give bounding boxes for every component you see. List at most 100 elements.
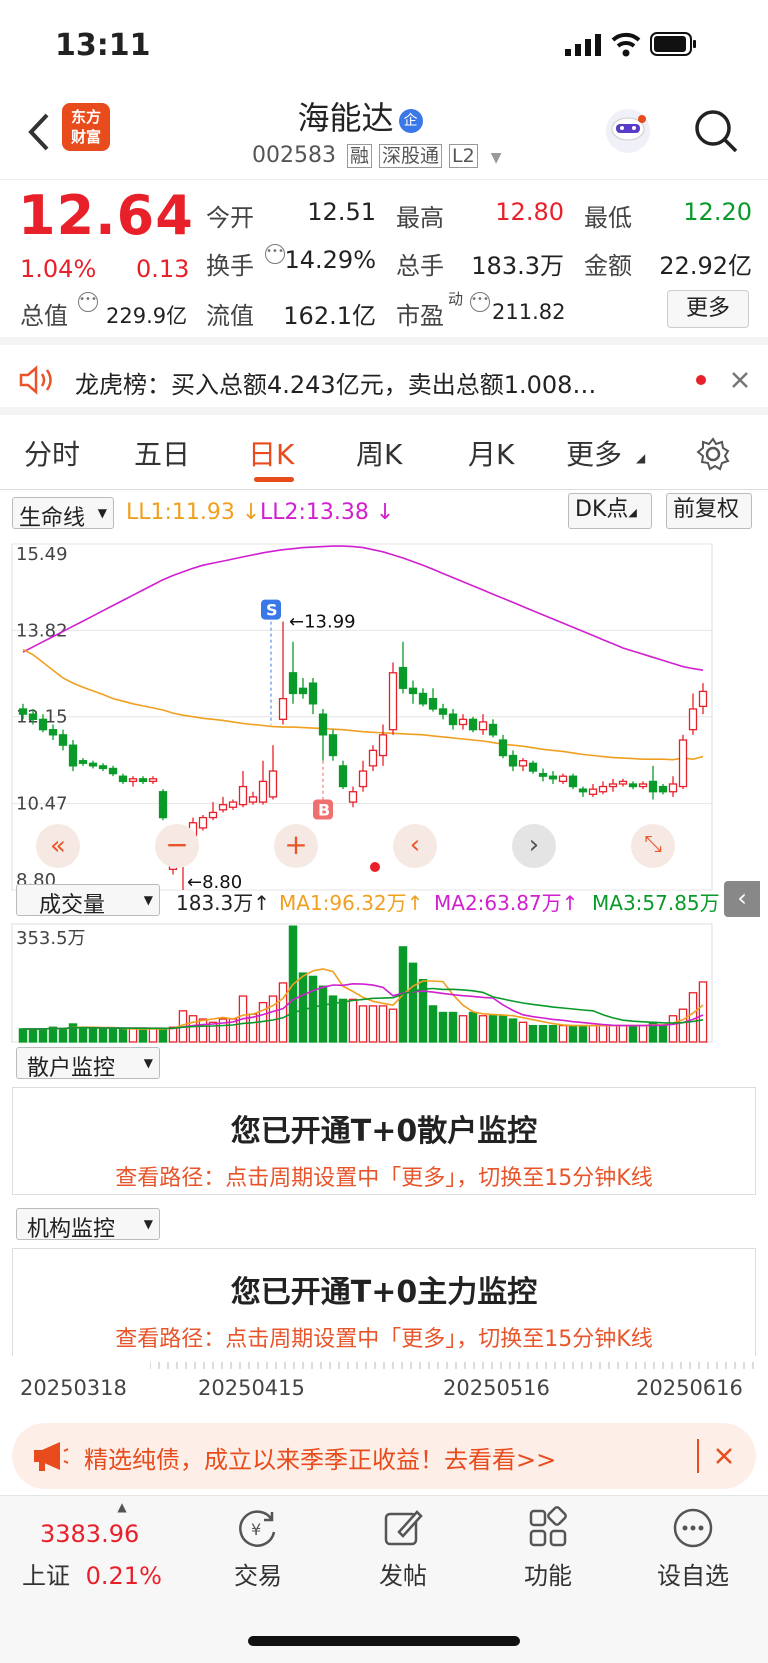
info-dots-icon[interactable]: •••: [78, 292, 98, 312]
volume-bar: [198, 1018, 208, 1043]
volume-bar: [578, 1024, 588, 1043]
volume-bar: [438, 1011, 448, 1043]
candle-body: [18, 708, 28, 715]
nav-trade[interactable]: ¥ 交易: [203, 1506, 313, 1591]
y-tick-label: 15.49: [16, 544, 68, 565]
candle-body: [348, 791, 358, 803]
more-button[interactable]: 更多: [667, 290, 749, 328]
volume-bar: [568, 1024, 578, 1043]
candle-body: [688, 708, 698, 731]
volume-bar: [58, 1028, 68, 1043]
bottom-nav: ▲ 3383.96 上证 0.21% ¥ 交易 发帖 功能 设自选: [0, 1495, 768, 1663]
nav-functions[interactable]: 功能: [493, 1506, 603, 1591]
candle-body: [528, 762, 538, 772]
close-icon[interactable]: [714, 1446, 734, 1466]
y-tick-label: 13.82: [16, 620, 68, 641]
dk-point-button[interactable]: DK点◢: [568, 493, 652, 529]
tab-daily-k[interactable]: 日K: [248, 433, 294, 473]
tab-intraday[interactable]: 分时: [24, 433, 80, 473]
candle-body: [418, 692, 428, 705]
chevron-left-icon: ‹: [409, 830, 421, 860]
candle-body: [578, 788, 588, 793]
scroll-left-button[interactable]: ‹: [393, 824, 437, 868]
candle-body: [388, 672, 398, 731]
zoom-out-button[interactable]: −: [155, 824, 199, 868]
logo-line-2: 财富: [70, 128, 101, 146]
volume-bar: [28, 1028, 38, 1043]
stock-code-row[interactable]: 002583 融 深股通 L2 ▼: [252, 141, 501, 168]
label-pe: 市盈: [396, 302, 444, 330]
sell-marker-label: S: [266, 601, 278, 620]
tab-monthly-k[interactable]: 月K: [468, 433, 514, 473]
candle-body: [268, 770, 278, 798]
nav-post[interactable]: 发帖: [348, 1506, 458, 1591]
candle-body: [518, 760, 528, 767]
retail-monitor-selector[interactable]: 散户监控 ▼: [16, 1047, 160, 1081]
robot-assistant-icon[interactable]: [602, 105, 654, 157]
tab-weekly-k[interactable]: 周K: [356, 433, 402, 473]
settings-gear-icon[interactable]: [696, 437, 730, 471]
volume-bar: [318, 985, 328, 1043]
dropdown-arrow-icon: ▼: [143, 1217, 153, 1231]
volume-bar: [698, 981, 708, 1043]
volume-bar: [638, 1024, 648, 1043]
label-turnover: 换手: [206, 252, 254, 280]
app-logo[interactable]: 东方 财富: [62, 103, 110, 151]
indicator-selector-label: 生命线: [19, 506, 86, 531]
index-ticker[interactable]: ▲ 3383.96 上证 0.21%: [22, 1500, 172, 1591]
close-icon[interactable]: [730, 370, 750, 390]
volume-bar: [678, 1008, 688, 1043]
volume-chart[interactable]: 353.5万: [0, 920, 768, 1050]
volume-axis-label: 353.5万: [16, 928, 86, 949]
volume-bar: [128, 1028, 138, 1043]
candle-body: [328, 734, 338, 757]
indicator-selector[interactable]: 生命线 ▼: [12, 497, 114, 531]
institution-monitor-selector[interactable]: 机构监控 ▼: [16, 1208, 160, 1242]
promo-banner[interactable]: 精选纯债，成立以来季季正收益！去看看>>: [12, 1423, 756, 1489]
volume-bar: [498, 1015, 508, 1043]
volume-selector[interactable]: 成交量 ▼: [16, 884, 160, 918]
volume-current: 183.3万↑: [176, 891, 271, 915]
stock-title[interactable]: 海能达 企: [230, 93, 490, 139]
candle-body: [368, 749, 378, 767]
candle-body: [608, 783, 618, 788]
forward-adjust-button[interactable]: 前复权: [666, 493, 752, 529]
candle-body: [678, 739, 688, 788]
fast-back-button[interactable]: «: [36, 824, 80, 868]
candle-body: [538, 772, 548, 777]
dragon-tiger-notice[interactable]: 龙虎榜：买入总额4.243亿元，卖出总额1.008…: [0, 345, 768, 415]
candle-body: [398, 666, 408, 689]
search-icon[interactable]: [692, 107, 740, 155]
candle-body: [138, 778, 148, 783]
tag-connect: 深股通: [379, 144, 443, 168]
double-left-icon: «: [50, 831, 66, 861]
tab-more[interactable]: 更多: [566, 433, 622, 473]
zoom-in-button[interactable]: +: [274, 824, 318, 868]
date-label: 20250415: [198, 1376, 305, 1400]
value-open: 12.51: [307, 198, 376, 226]
retail-monitor-label: 散户监控: [27, 1056, 116, 1081]
candle-body: [618, 780, 628, 785]
label-open: 今开: [206, 204, 254, 232]
volume-bar: [618, 1024, 628, 1043]
collapse-panel-button[interactable]: ‹: [724, 881, 760, 917]
tab-five-day[interactable]: 五日: [134, 433, 190, 473]
scroll-right-button[interactable]: ›: [512, 824, 556, 868]
info-dots-icon[interactable]: •••: [265, 244, 285, 264]
candle-body: [98, 765, 108, 770]
value-amount: 22.92亿: [659, 252, 752, 280]
candle-body: [558, 775, 568, 783]
volume-bar: [188, 1015, 198, 1043]
volume-bar: [368, 1005, 378, 1043]
fullscreen-button[interactable]: ⤡: [631, 824, 675, 868]
dropdown-arrow-icon: ▼: [143, 893, 153, 907]
value-high: 12.80: [495, 198, 564, 226]
back-arrow-icon[interactable]: [25, 112, 53, 152]
retail-monitor-title: 您已开通T+0散户监控: [230, 1114, 538, 1149]
institution-monitor-hint: 查看路径：点击周期设置中「更多」，切换至15分钟K线: [115, 1327, 653, 1352]
nav-watchlist[interactable]: 设自选: [638, 1506, 748, 1591]
info-dots-icon[interactable]: •••: [470, 292, 490, 312]
volume-bar: [108, 1028, 118, 1043]
candle-body: [48, 729, 58, 736]
volume-bar: [278, 982, 288, 1043]
